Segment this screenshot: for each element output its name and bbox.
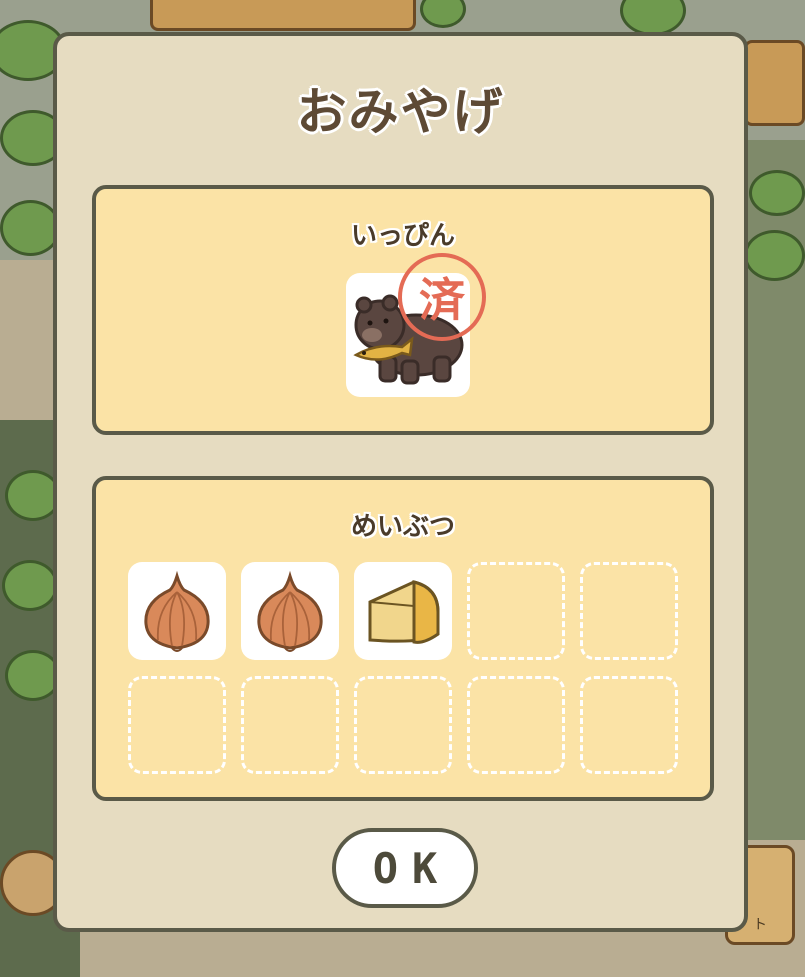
leaf-decoration [2,560,58,611]
item-slot-empty [354,676,452,774]
special-item-label: いっぴん [350,221,455,251]
item-slot-empty [128,676,226,774]
regional-items-label: めいぶつ [350,512,455,542]
leaf-decoration [749,170,805,216]
wooden-crate [744,40,805,126]
item-slot-empty [241,676,339,774]
onion-icon [144,570,210,652]
leaf-decoration [744,230,805,281]
item-slot-onion[interactable] [128,562,226,660]
cheese-icon [368,580,440,644]
onion-icon [257,570,323,652]
item-slot-cheese[interactable] [354,562,452,660]
special-item-panel: いっぴん 済 [92,185,714,435]
wooden-table [150,0,416,31]
item-slot-empty [580,562,678,660]
leaf-decoration [0,200,61,256]
item-slot-empty [580,676,678,774]
item-slot-empty [467,676,565,774]
background-button-label: ト [753,917,767,933]
item-slot-empty [467,562,565,660]
souvenir-dialog: おみやげ いっぴん 済 めいぶつ OK [53,32,748,932]
ok-button[interactable]: OK [332,828,478,908]
collected-stamp: 済 [398,253,486,341]
item-slot-onion[interactable] [241,562,339,660]
regional-items-panel: めいぶつ [92,476,714,801]
dialog-title: おみやげ [296,83,505,141]
